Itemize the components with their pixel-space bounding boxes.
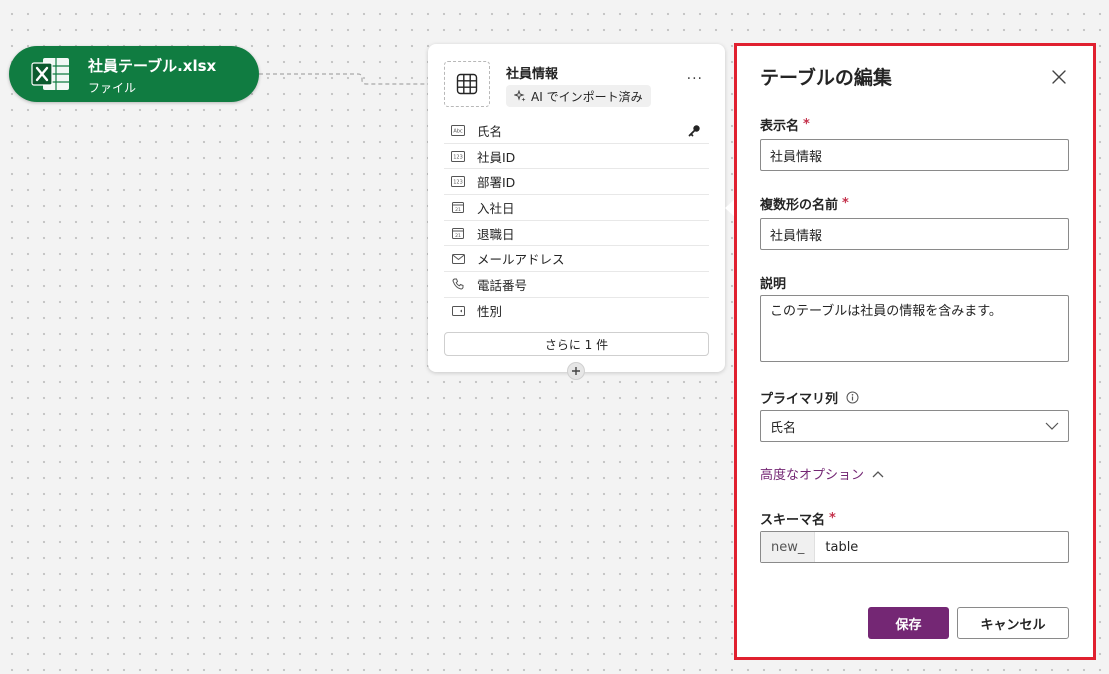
column-label: 電話番号 [477, 277, 528, 293]
sparkle-icon [514, 90, 526, 102]
description-textarea[interactable]: このテーブルは社員の情報を含みます。 [760, 295, 1069, 362]
plus-icon [572, 367, 580, 375]
source-file-name: 社員テーブル.xlsx [88, 57, 217, 75]
column-label: メールアドレス [477, 252, 565, 268]
email-column-icon [451, 253, 465, 265]
edit-table-panel: テーブルの編集 表示名 * 社員情報 複数形の名前 * 社員情報 説明 このテー… [734, 43, 1096, 660]
column-item[interactable]: Abc 氏名 [444, 118, 709, 144]
source-file-node[interactable]: 社員テーブル.xlsx ファイル [9, 46, 259, 102]
plural-name-label-text: 複数形の名前 [760, 198, 839, 213]
display-name-value: 社員情報 [770, 149, 823, 165]
required-mark: * [829, 511, 836, 526]
chevron-down-icon [1045, 422, 1059, 430]
display-name-label: 表示名 * [760, 115, 810, 134]
column-label: 性別 [477, 304, 503, 320]
source-file-type: ファイル [88, 81, 137, 95]
excel-icon [31, 58, 69, 90]
schema-name-input[interactable]: new_ table [760, 531, 1069, 563]
description-value: このテーブルは社員の情報を含みます。 [770, 304, 1002, 319]
save-button[interactable]: 保存 [868, 607, 949, 639]
cancel-button[interactable]: キャンセル [957, 607, 1069, 639]
show-more-columns-button[interactable]: さらに 1 件 [444, 332, 709, 356]
date-column-icon: 21 [451, 201, 465, 214]
panel-title: テーブルの編集 [760, 67, 892, 89]
advanced-options-toggle[interactable]: 高度なオプション [760, 464, 884, 483]
number-column-icon: 123 [451, 176, 465, 188]
choice-column-icon [451, 305, 465, 317]
date-column-icon: 21 [451, 227, 465, 240]
description-label-text: 説明 [760, 277, 787, 292]
key-icon [688, 125, 700, 137]
column-item[interactable]: 性別 [444, 298, 709, 324]
svg-text:21: 21 [455, 233, 461, 239]
phone-column-icon [451, 278, 465, 290]
primary-column-value: 氏名 [770, 420, 797, 436]
schema-name-label: スキーマ名 * [760, 509, 836, 528]
plural-name-input[interactable]: 社員情報 [760, 218, 1069, 250]
advanced-options-label: 高度なオプション [760, 468, 865, 483]
add-relationship-button[interactable] [567, 362, 585, 380]
table-card[interactable]: 社員情報 AI でインポート済み ··· Abc 氏名 123 社員ID 123… [428, 44, 725, 372]
info-icon[interactable] [846, 391, 859, 404]
primary-column-label-text: プライマリ列 [760, 392, 839, 407]
display-name-label-text: 表示名 [760, 119, 800, 134]
schema-name-label-text: スキーマ名 [760, 513, 826, 528]
schema-name-value: table [825, 539, 859, 555]
required-mark: * [842, 196, 849, 211]
text-column-icon: Abc [451, 124, 465, 136]
svg-text:123: 123 [453, 180, 463, 186]
column-label: 社員ID [477, 149, 516, 165]
schema-prefix: new_ [761, 532, 816, 562]
primary-column-label: プライマリ列 [760, 388, 859, 407]
primary-column-select[interactable]: 氏名 [760, 410, 1069, 442]
plural-name-label: 複数形の名前 * [760, 194, 849, 213]
close-icon[interactable] [1051, 69, 1067, 85]
description-label: 説明 [760, 273, 786, 292]
table-icon-frame [444, 61, 490, 107]
more-options-button[interactable]: ··· [687, 71, 703, 87]
plural-name-value: 社員情報 [770, 228, 823, 244]
column-label: 氏名 [477, 123, 503, 139]
chevron-up-icon [872, 470, 884, 477]
required-mark: * [803, 117, 810, 132]
ai-import-badge: AI でインポート済み [506, 85, 651, 107]
column-item[interactable]: 21 退職日 [444, 221, 709, 247]
column-label: 入社日 [477, 200, 515, 216]
column-label: 部署ID [477, 175, 516, 191]
svg-text:123: 123 [453, 154, 463, 160]
column-label: 退職日 [477, 226, 515, 242]
column-item[interactable]: 電話番号 [444, 272, 709, 298]
table-title: 社員情報 [506, 67, 559, 82]
column-item[interactable]: 123 部署ID [444, 169, 709, 196]
svg-text:21: 21 [455, 207, 461, 213]
column-item[interactable]: 123 社員ID [444, 144, 709, 170]
ai-import-label: AI でインポート済み [531, 89, 643, 104]
column-list: Abc 氏名 123 社員ID 123 部署ID 21 入社日 21 退職日 メ… [444, 118, 709, 324]
column-item[interactable]: メールアドレス [444, 246, 709, 273]
display-name-input[interactable]: 社員情報 [760, 139, 1069, 171]
number-column-icon: 123 [451, 150, 465, 162]
column-item[interactable]: 21 入社日 [444, 195, 709, 221]
table-grid-icon [456, 73, 478, 95]
svg-text:Abc: Abc [453, 128, 463, 134]
